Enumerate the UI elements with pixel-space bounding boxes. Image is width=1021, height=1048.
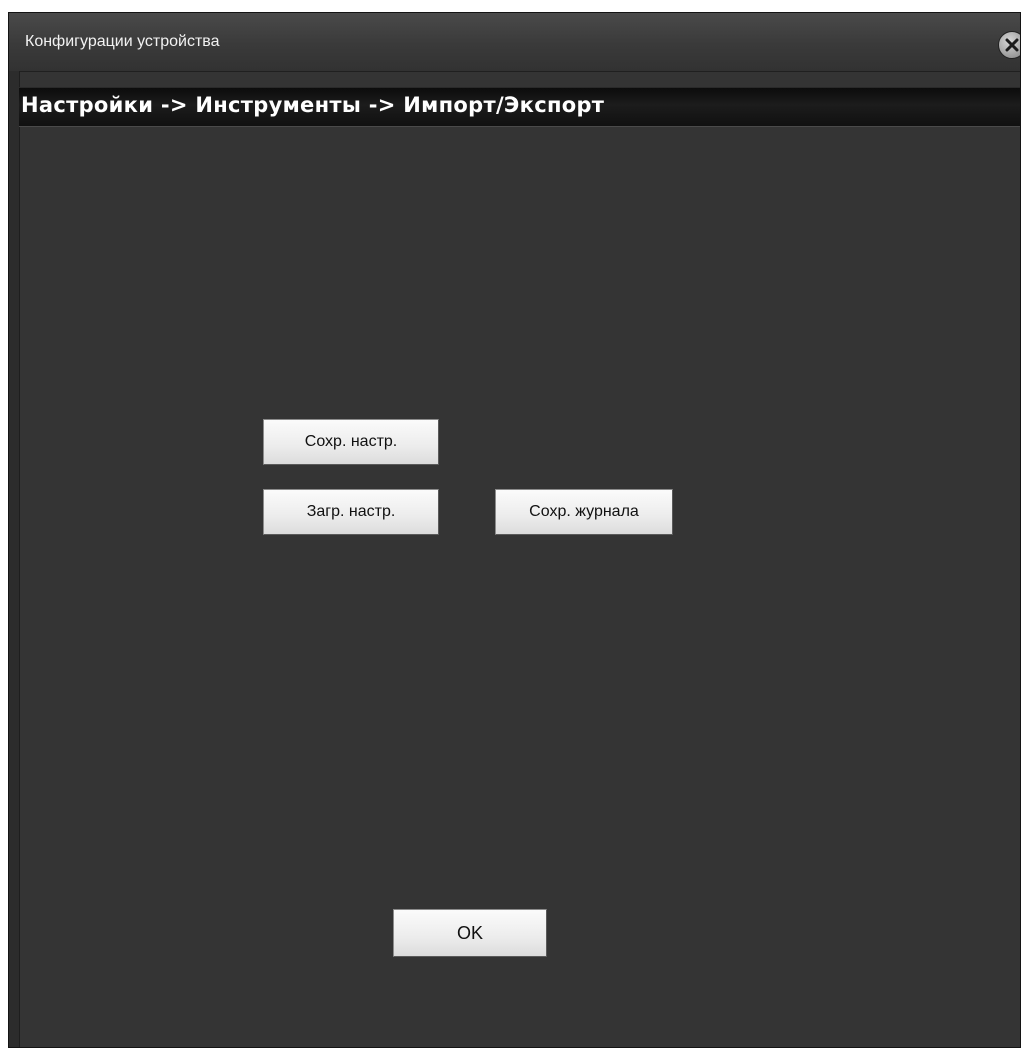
title-bar[interactable]: Конфигурации устройства: [9, 13, 1020, 72]
ok-button[interactable]: OK: [393, 909, 547, 957]
save-settings-button[interactable]: Сохр. настр.: [263, 419, 439, 465]
window-title: Конфигурации устройства: [25, 33, 220, 50]
breadcrumb-text: Настройки -> Инструменты -> Импорт/Экспо…: [21, 93, 605, 117]
save-log-button[interactable]: Сохр. журнала: [495, 489, 673, 535]
window-left-border: [9, 71, 20, 1047]
load-settings-button[interactable]: Загр. настр.: [263, 489, 439, 535]
device-config-window: Конфигурации устройства Настройки -> Инс…: [8, 12, 1021, 1048]
close-button[interactable]: [998, 31, 1020, 59]
close-icon: [1005, 38, 1019, 52]
breadcrumb: Настройки -> Инструменты -> Импорт/Экспо…: [19, 87, 1020, 127]
